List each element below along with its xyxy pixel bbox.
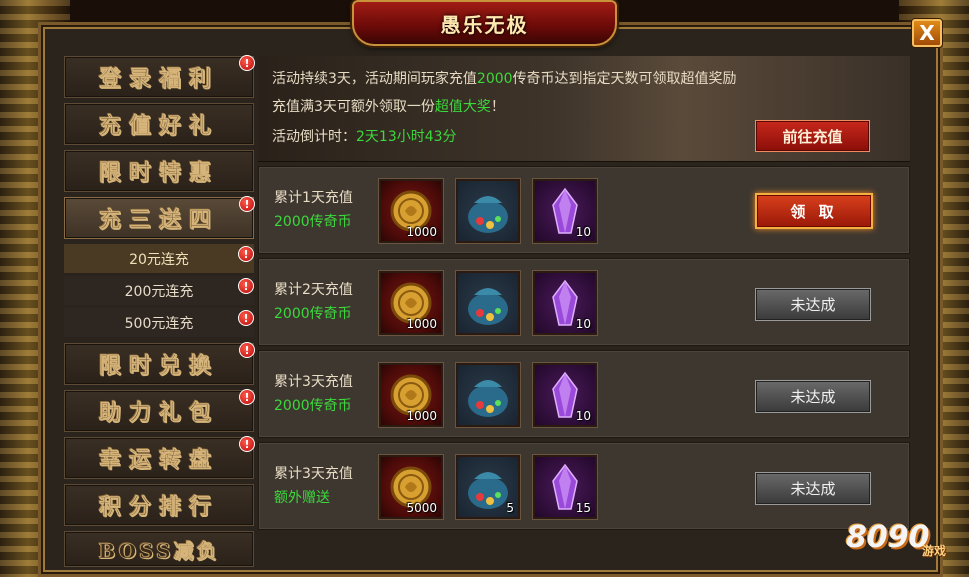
- window-title: 愚乐无极: [440, 12, 529, 37]
- not-achieved-button[interactable]: 未达成: [755, 472, 871, 505]
- countdown: 活动倒计时：2天13小时43分: [272, 126, 457, 146]
- sidebar-subitem-label: 200元连充: [124, 283, 194, 300]
- sidebar-item-limited-offer[interactable]: 限时特惠: [64, 150, 254, 192]
- reward-amount: 2000传奇币: [274, 214, 352, 230]
- item-count: 1000: [406, 409, 437, 423]
- amount-highlight: 2000: [476, 71, 513, 87]
- sidebar-subitem-label: 20元连充: [129, 251, 189, 268]
- event-banner: 活动持续3天，活动期间玩家充值2000传奇币达到指定天数可领取超值奖励 充值满3…: [258, 56, 910, 162]
- sidebar-item-label: 积分排行: [98, 494, 219, 521]
- sidebar-subitem-500[interactable]: 500元连充 !: [64, 308, 254, 337]
- sidebar-item-label: 助力礼包: [98, 400, 219, 427]
- description-text: 传奇币达到指定天数可领取超值奖励: [512, 71, 737, 87]
- sidebar-item-label: 幸运转盘: [98, 447, 219, 474]
- reward-row: 累计3天充值 额外赠送 5000 5 15 未达成: [258, 442, 910, 530]
- purple-crystal-icon[interactable]: 10: [533, 179, 597, 243]
- sidebar-item-limited-exchange[interactable]: 限时兑换 !: [64, 342, 255, 385]
- claim-button[interactable]: 领 取: [755, 193, 873, 229]
- sidebar-item-recharge-gift[interactable]: 充值好礼: [64, 103, 254, 145]
- alert-badge: !: [239, 342, 255, 358]
- reward-amount: 2000传奇币: [274, 398, 352, 414]
- reward-amount: 2000传奇币: [274, 306, 352, 322]
- item-count: 10: [575, 409, 591, 423]
- alert-badge: !: [239, 389, 255, 405]
- sidebar-item-boss[interactable]: BOSS减负: [64, 531, 254, 567]
- gold-coin-icon[interactable]: 1000: [379, 271, 443, 335]
- alert-badge: !: [238, 278, 254, 294]
- reward-condition: 累计3天充值: [274, 466, 353, 482]
- treasure-bag-icon[interactable]: [456, 363, 520, 427]
- site-logo: 8090 游戏: [846, 520, 966, 575]
- alert-badge: !: [239, 196, 255, 212]
- item-count: 10: [575, 317, 591, 331]
- treasure-bag-icon[interactable]: [456, 179, 520, 243]
- item-count: 1000: [406, 317, 437, 331]
- sidebar-subitem-20[interactable]: 20元连充 !: [64, 244, 254, 273]
- purple-crystal-icon[interactable]: 10: [533, 271, 597, 335]
- logo-tag: 游戏: [922, 544, 947, 558]
- reward-amount: 额外赠送: [274, 490, 330, 506]
- reward-condition: 累计3天充值: [274, 374, 353, 390]
- alert-badge: !: [239, 55, 255, 71]
- reward-row: 累计2天充值 2000传奇币 1000 10 未达成: [258, 258, 910, 346]
- alert-badge: !: [238, 310, 254, 326]
- close-icon: X: [919, 21, 935, 45]
- item-count: 5: [506, 501, 514, 515]
- purple-crystal-icon[interactable]: 15: [533, 455, 597, 519]
- item-count: 15: [575, 501, 591, 515]
- purple-crystal-icon[interactable]: 10: [533, 363, 597, 427]
- item-count: 5000: [406, 501, 437, 515]
- item-count: 1000: [406, 225, 437, 239]
- sidebar: 登录福利 ! 充值好礼 限时特惠 充三送四 ! 20元连充 ! 200元连充 !…: [64, 55, 256, 572]
- reward-row: 累计3天充值 2000传奇币 1000 10 未达成: [258, 350, 910, 438]
- sidebar-item-label: 登录福利: [98, 66, 219, 93]
- reward-condition: 累计1天充值: [274, 190, 353, 206]
- alert-badge: !: [239, 436, 255, 452]
- sidebar-item-label: 限时特惠: [98, 160, 219, 187]
- item-count: 10: [575, 225, 591, 239]
- sidebar-item-lucky-wheel[interactable]: 幸运转盘 !: [64, 436, 255, 479]
- gold-coin-icon[interactable]: 1000: [379, 179, 443, 243]
- gold-coin-icon[interactable]: 5000: [379, 455, 443, 519]
- treasure-bag-icon[interactable]: [456, 271, 520, 335]
- reward-list: 累计1天充值 2000传奇币 1000 10 领 取 累计2天充值 2000传奇…: [258, 166, 910, 534]
- goto-recharge-button[interactable]: 前往充值: [755, 120, 870, 152]
- sidebar-item-label: 限时兑换: [98, 353, 219, 380]
- countdown-label: 活动倒计时：: [272, 129, 356, 145]
- reward-condition: 累计2天充值: [274, 282, 353, 298]
- event-description: 活动持续3天，活动期间玩家充值2000传奇币达到指定天数可领取超值奖励: [272, 68, 737, 88]
- close-button[interactable]: X: [912, 19, 942, 47]
- sidebar-item-charge3-get4[interactable]: 充三送四 !: [64, 196, 255, 239]
- reward-row: 累计1天充值 2000传奇币 1000 10 领 取: [258, 166, 910, 254]
- not-achieved-button[interactable]: 未达成: [755, 288, 871, 321]
- bonus-highlight: 超值大奖: [434, 99, 491, 115]
- bonus-text: 充值满3天可额外领取一份: [272, 99, 435, 115]
- countdown-value: 2天13小时43分: [356, 129, 457, 145]
- alert-badge: !: [238, 246, 254, 262]
- sidebar-item-support-pack[interactable]: 助力礼包 !: [64, 389, 255, 432]
- gold-coin-icon[interactable]: 1000: [379, 363, 443, 427]
- not-achieved-button[interactable]: 未达成: [755, 380, 871, 413]
- sidebar-item-label: 充值好礼: [98, 113, 219, 140]
- event-bonus-note: 充值满3天可额外领取一份超值大奖！: [272, 96, 505, 116]
- description-text: 活动持续3天，活动期间玩家充值: [272, 71, 477, 87]
- sidebar-item-login-bonus[interactable]: 登录福利 !: [64, 55, 255, 98]
- sidebar-subitem-label: 500元连充: [124, 315, 194, 332]
- title-banner: 愚乐无极: [352, 0, 617, 46]
- sidebar-subitem-200[interactable]: 200元连充 !: [64, 276, 254, 305]
- sidebar-item-points-ranking[interactable]: 积分排行: [64, 484, 254, 526]
- logo-brand: 8090: [846, 520, 930, 555]
- sidebar-item-label: BOSS减负: [98, 538, 220, 563]
- treasure-bag-icon[interactable]: 5: [456, 455, 520, 519]
- bonus-text: ！: [490, 99, 505, 115]
- sidebar-item-label: 充三送四: [98, 207, 219, 234]
